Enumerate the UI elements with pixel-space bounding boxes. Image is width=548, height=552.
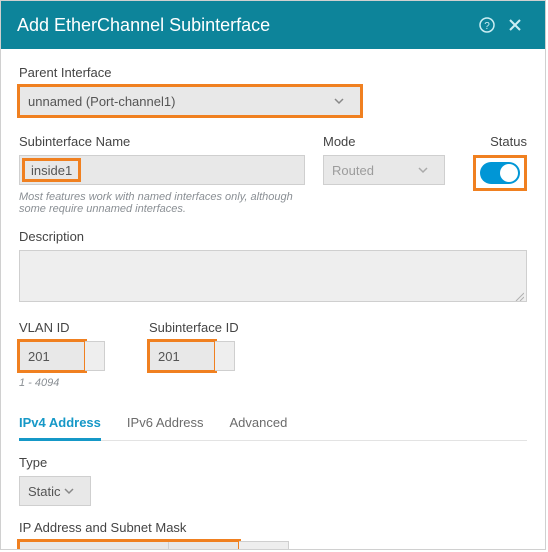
vlan-id-value: 201 [28,349,50,364]
close-icon[interactable] [501,11,529,39]
ip-address-value: 192.168.201.112 [28,549,125,550]
ip-mask-row: 192.168.201.112 / 24 [19,541,527,549]
titlebar: Add EtherChannel Subinterface ? [1,1,545,49]
description-textarea[interactable] [19,250,527,302]
mode-value: Routed [332,163,374,178]
vlan-id-spacer [85,341,105,371]
vlan-id-input[interactable]: 201 [19,341,85,371]
subinterface-name-input[interactable]: inside1 [19,155,305,185]
type-select[interactable]: Static [19,476,91,506]
subnet-mask-input[interactable]: 24 [187,541,239,549]
ip-address-input[interactable]: 192.168.201.112 [19,541,169,549]
status-highlight [473,155,527,191]
parent-interface-value: unnamed (Port-channel1) [28,94,175,109]
dialog-body: Parent Interface unnamed (Port-channel1)… [1,49,545,549]
subinterface-id-spacer [215,341,235,371]
help-icon[interactable]: ? [473,11,501,39]
mode-label: Mode [323,134,445,149]
address-tabs: IPv4 Address IPv6 Address Advanced [19,407,527,441]
status-label: Status [490,134,527,149]
parent-interface-label: Parent Interface [19,65,527,80]
type-label: Type [19,455,527,470]
mode-select[interactable]: Routed [323,155,445,185]
status-toggle[interactable] [480,162,520,184]
subinterface-id-input[interactable]: 201 [149,341,215,371]
ip-slash: / [169,541,187,549]
vlan-id-label: VLAN ID [19,320,105,335]
subinterface-name-help: Most features work with named interfaces… [19,191,305,215]
toggle-knob [500,164,518,182]
dialog-title: Add EtherChannel Subinterface [17,15,473,36]
ip-mask-rest [239,541,289,549]
tab-ipv4-address[interactable]: IPv4 Address [19,407,101,441]
subnet-mask-value: 24 [195,549,209,550]
subinterface-name-value: inside1 [31,163,72,178]
resize-handle-icon[interactable] [514,289,524,299]
parent-interface-select[interactable]: unnamed (Port-channel1) [19,86,361,116]
subinterface-name-label: Subinterface Name [19,134,305,149]
tab-ipv6-address[interactable]: IPv6 Address [127,407,204,440]
ip-mask-label: IP Address and Subnet Mask [19,520,527,535]
description-label: Description [19,229,527,244]
subinterface-id-value: 201 [158,349,180,364]
svg-text:?: ? [484,21,490,32]
dialog: Add EtherChannel Subinterface ? Parent I… [0,0,546,550]
vlan-id-range: 1 - 4094 [19,377,105,389]
tab-advanced[interactable]: Advanced [230,407,288,440]
subinterface-id-label: Subinterface ID [149,320,239,335]
type-value: Static [28,484,61,499]
